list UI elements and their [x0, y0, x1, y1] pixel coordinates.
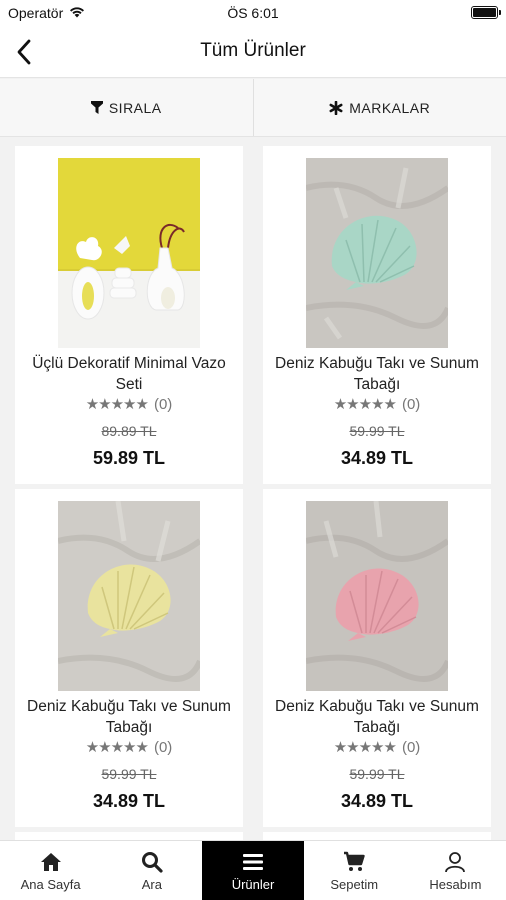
nav-bar: Tüm Ürünler [0, 26, 506, 78]
product-card[interactable]: Deniz Kabuğu Takı ve Sunum Tabağı ★★★★★ … [15, 489, 243, 827]
tab-label: Ana Sayfa [20, 876, 81, 892]
old-price: 89.89 TL [101, 423, 157, 439]
product-card[interactable]: Üçlü Dekoratif Minimal Vazo Seti ★★★★★ (… [15, 146, 243, 484]
home-icon [40, 852, 61, 871]
star-rating-icon: ★★★★★ [333, 396, 397, 413]
filter-icon [90, 101, 103, 114]
tab-account[interactable]: Hesabım [405, 841, 506, 900]
product-rating: ★★★★★ (0) [15, 738, 243, 757]
product-name[interactable]: Deniz Kabuğu Takı ve Sunum Tabağı [23, 696, 235, 738]
product-card[interactable] [263, 832, 491, 840]
tab-cart[interactable]: Sepetim [304, 841, 405, 900]
sort-label: SIRALA [108, 99, 162, 116]
product-image[interactable] [306, 158, 448, 348]
status-bar: Operatör ÖS 6:01 [0, 0, 506, 26]
cart-icon [344, 851, 365, 871]
tab-label: Sepetim [330, 876, 379, 892]
tab-label: Hesabım [429, 876, 482, 892]
star-rating-icon: ★★★★★ [333, 739, 397, 756]
product-rating: ★★★★★ (0) [15, 395, 243, 414]
price: 34.89 TL [340, 448, 414, 468]
product-name[interactable]: Üçlü Dekoratif Minimal Vazo Seti [23, 353, 235, 395]
tab-bar: Ana Sayfa Ara Ürünler Sepetim Hesabım [0, 840, 506, 900]
rating-count: (0) [401, 738, 421, 756]
brands-button[interactable]: MARKALAR [252, 79, 506, 136]
tab-products[interactable]: Ürünler [202, 841, 304, 900]
search-icon [141, 851, 163, 873]
brands-label: MARKALAR [349, 99, 431, 116]
old-price: 59.99 TL [349, 766, 405, 782]
product-image[interactable] [58, 501, 200, 691]
product-image[interactable] [58, 158, 200, 348]
asterisk-icon [329, 100, 343, 115]
product-grid: Üçlü Dekoratif Minimal Vazo Seti ★★★★★ (… [0, 146, 506, 840]
user-icon [445, 851, 466, 872]
product-name[interactable]: Deniz Kabuğu Takı ve Sunum Tabağı [271, 696, 483, 738]
price: 34.89 TL [340, 791, 414, 811]
clock: ÖS 6:01 [227, 5, 279, 21]
tab-label: Ürünler [231, 876, 275, 892]
sort-button[interactable]: SIRALA [0, 79, 253, 136]
product-rating: ★★★★★ (0) [263, 738, 491, 757]
product-card[interactable]: Deniz Kabuğu Takı ve Sunum Tabağı ★★★★★ … [263, 146, 491, 484]
rating-count: (0) [401, 395, 421, 413]
old-price: 59.99 TL [101, 766, 157, 782]
filter-bar: SIRALA MARKALAR [0, 79, 506, 137]
rating-count: (0) [153, 395, 173, 413]
product-rating: ★★★★★ (0) [263, 395, 491, 414]
price: 59.89 TL [92, 448, 166, 468]
rating-count: (0) [153, 738, 173, 756]
product-card[interactable]: Deniz Kabuğu Takı ve Sunum Tabağı ★★★★★ … [263, 489, 491, 827]
menu-icon [243, 853, 263, 870]
product-name[interactable]: Deniz Kabuğu Takı ve Sunum Tabağı [271, 353, 483, 395]
product-image[interactable] [306, 501, 448, 691]
old-price: 59.99 TL [349, 423, 405, 439]
star-rating-icon: ★★★★★ [85, 739, 149, 756]
tab-home[interactable]: Ana Sayfa [0, 841, 101, 900]
price: 34.89 TL [92, 791, 166, 811]
page-title: Tüm Ürünler [200, 40, 306, 61]
tab-search[interactable]: Ara [101, 841, 202, 900]
tab-label: Ara [141, 876, 162, 892]
star-rating-icon: ★★★★★ [85, 396, 149, 413]
battery-icon [471, 6, 501, 19]
product-card[interactable] [15, 832, 243, 840]
